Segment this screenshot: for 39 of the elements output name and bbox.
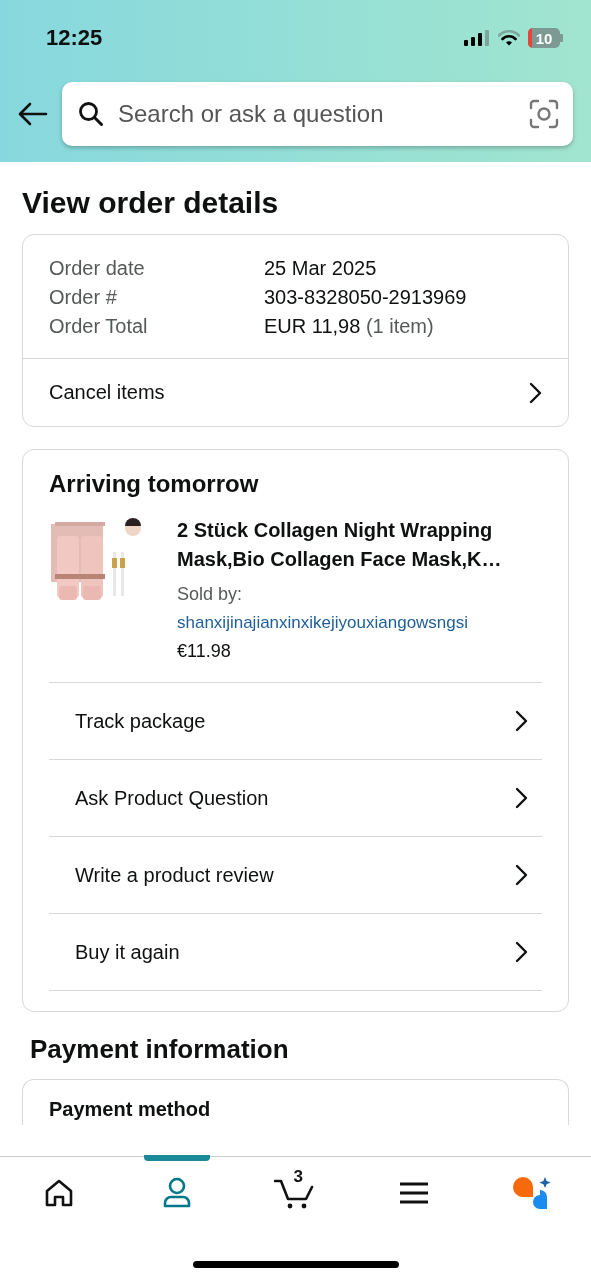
battery-icon: 10 bbox=[528, 28, 563, 48]
active-tab-indicator bbox=[144, 1155, 211, 1161]
action-row[interactable]: Write a product review bbox=[49, 837, 542, 914]
search-bar[interactable]: Search or ask a question bbox=[62, 82, 573, 146]
field-label: Order # bbox=[49, 286, 118, 309]
person-icon[interactable] bbox=[162, 1177, 193, 1209]
seller-link[interactable]: shanxijinajianxinxikejiyouxiangowsngsi bbox=[177, 613, 542, 633]
action-row[interactable]: Buy it again bbox=[49, 914, 542, 991]
field-label: Order Total bbox=[49, 315, 149, 338]
field-label: Order date bbox=[49, 257, 146, 280]
sold-by-label: Sold by: bbox=[177, 584, 244, 605]
field-value: EUR 11,98 (1 item) bbox=[264, 315, 435, 338]
page-title: View order details bbox=[22, 186, 280, 220]
field-value: 25 Mar 2025 bbox=[264, 257, 378, 280]
assistant-icon[interactable] bbox=[511, 1176, 552, 1210]
cart-count: 3 bbox=[293, 1168, 303, 1185]
action-row[interactable]: Track package bbox=[49, 683, 542, 760]
delivery-heading: Arriving tomorrow bbox=[49, 470, 260, 498]
signal-icon bbox=[464, 30, 490, 46]
wifi-icon bbox=[498, 30, 520, 46]
chevron-right-icon bbox=[514, 710, 528, 732]
chevron-right-icon bbox=[514, 787, 528, 809]
home-icon[interactable] bbox=[44, 1179, 75, 1207]
field-value: 303-8328050-2913969 bbox=[264, 286, 468, 309]
menu-icon[interactable] bbox=[398, 1181, 429, 1205]
chevron-right-icon bbox=[528, 381, 542, 404]
section-heading: Payment information bbox=[30, 1034, 290, 1065]
cancel-items-row[interactable]: Cancel items bbox=[23, 358, 568, 426]
search-field[interactable]: Search or ask a question bbox=[116, 99, 517, 129]
status-time: 12:25 bbox=[46, 25, 103, 51]
card-title: Payment method bbox=[49, 1098, 211, 1120]
product-title[interactable]: 2 Stück Collagen Night Wrapping Mask,Bio Collagen Face Mask,K… bbox=[177, 516, 542, 574]
product-price: €11.98 bbox=[177, 641, 232, 662]
chevron-right-icon bbox=[514, 864, 528, 886]
chevron-right-icon bbox=[514, 941, 528, 963]
search-icon bbox=[78, 101, 104, 127]
camera-scan-icon[interactable] bbox=[529, 99, 559, 129]
action-row[interactable]: Ask Product Question bbox=[49, 760, 542, 837]
back-arrow-icon[interactable] bbox=[18, 102, 48, 126]
